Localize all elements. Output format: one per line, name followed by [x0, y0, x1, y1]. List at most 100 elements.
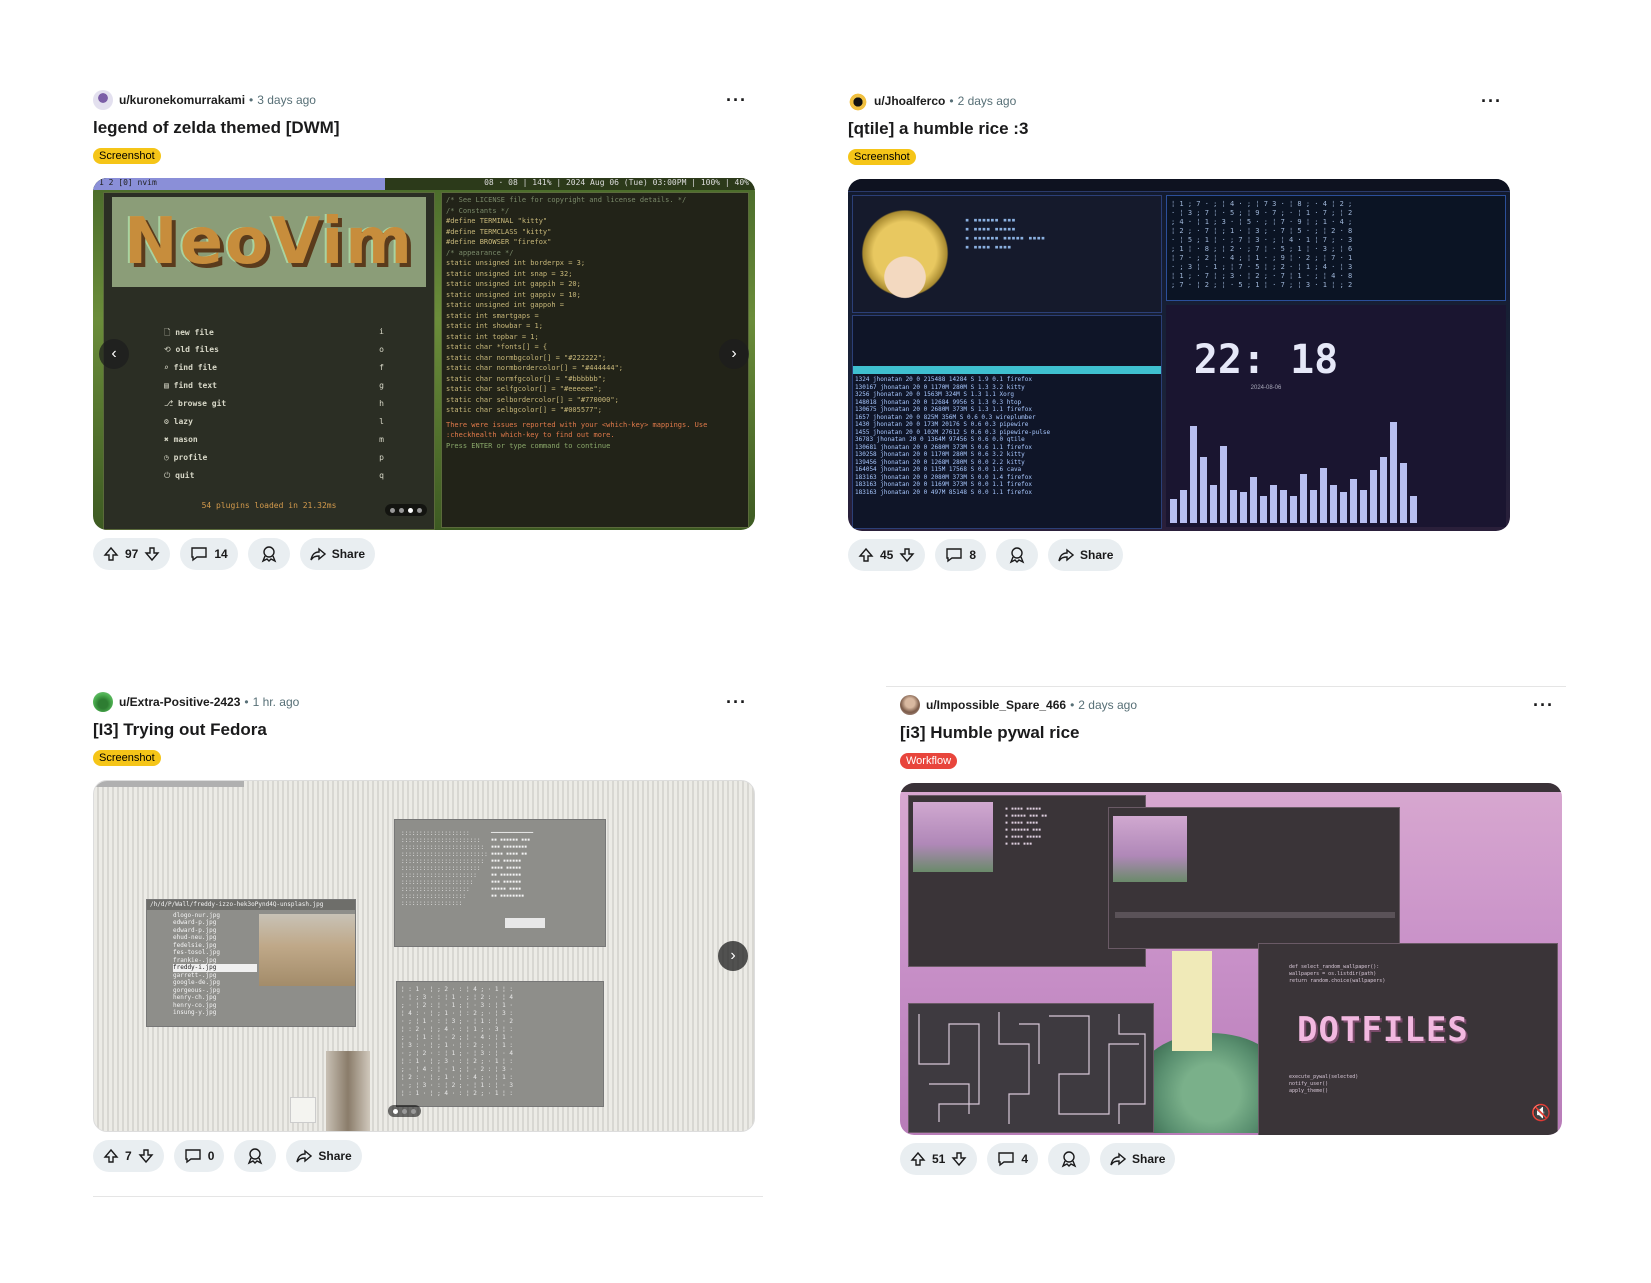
comments-button[interactable]: 8: [935, 539, 987, 571]
downvote-icon[interactable]: [951, 1151, 967, 1167]
post-card: u/Impossible_Spare_466 • 2 days ago ··· …: [900, 693, 1562, 1175]
comment-count: 14: [214, 547, 228, 561]
share-button[interactable]: Share: [286, 1140, 362, 1172]
door-image: [326, 1051, 370, 1131]
dashboard-menu: 🗋 new file i ⟲ old files o ⌕ find file f ▤ …: [164, 327, 384, 489]
avatar[interactable]: [93, 692, 113, 712]
upvote-icon[interactable]: [858, 547, 874, 563]
prev-image-button[interactable]: ‹: [99, 339, 129, 369]
pager-dot[interactable]: [402, 1108, 407, 1114]
award-icon: [248, 1148, 263, 1165]
flair-badge[interactable]: Screenshot: [93, 750, 161, 766]
menu-item-find-file[interactable]: ⌕ find file f: [164, 363, 384, 381]
upvote-icon[interactable]: [103, 546, 119, 562]
flair-badge[interactable]: Screenshot: [848, 149, 916, 165]
more-options-icon[interactable]: ···: [726, 91, 747, 109]
timestamp: 2 days ago: [957, 94, 1017, 108]
carousel-pager: [385, 504, 427, 516]
share-icon: [310, 547, 326, 561]
downvote-icon[interactable]: [899, 547, 915, 563]
vote-control: 45: [848, 539, 926, 571]
post-title[interactable]: [i3] Humble pywal rice: [900, 723, 1562, 743]
sticky-note: [290, 1097, 316, 1123]
vote-control: 51: [900, 1143, 978, 1175]
timestamp: 1 hr. ago: [252, 695, 300, 709]
menu-item-new-file[interactable]: 🗋 new file i: [164, 327, 384, 345]
post-actions: 97 14 Share: [93, 538, 755, 570]
share-button[interactable]: Share: [1100, 1143, 1176, 1175]
post-image[interactable]: 1 2 [0] nvim 08 · 08 | 141% | 2024 Aug 0…: [93, 178, 755, 530]
share-button[interactable]: Share: [299, 538, 376, 570]
status-bar: [94, 781, 244, 787]
menu-item-profile[interactable]: ◷ profile p: [164, 453, 384, 471]
comments-button[interactable]: 4: [987, 1143, 1039, 1175]
post-image[interactable]: /h/d/P/Wall/freddy-izzo-hek3oPynd4Q-unsp…: [93, 780, 755, 1132]
post-title[interactable]: [I3] Trying out Fedora: [93, 720, 755, 740]
post-meta: u/Impossible_Spare_466 • 2 days ago ···: [900, 693, 1562, 717]
award-icon: [1009, 547, 1025, 564]
pager-dot[interactable]: [399, 507, 404, 513]
pager-dot[interactable]: [411, 1108, 416, 1114]
award-icon: [261, 546, 277, 563]
comment-count: 0: [207, 1149, 215, 1163]
post-card: u/Extra-Positive-2423 • 1 hr. ago ··· [I…: [93, 690, 755, 1172]
post-title[interactable]: legend of zelda themed [DWM]: [93, 118, 755, 138]
menu-item-old-files[interactable]: ⟲ old files o: [164, 345, 384, 363]
menu-item-lazy[interactable]: ⚙ lazy l: [164, 417, 384, 435]
more-options-icon[interactable]: ···: [726, 693, 747, 711]
status-bar: [848, 179, 1510, 192]
award-button[interactable]: [247, 538, 290, 570]
share-icon: [1058, 548, 1075, 562]
pager-dot[interactable]: [390, 507, 395, 513]
post-video[interactable]: ▪ ▪▪▪▪ ▪▪▪▪▪ ▪ ▪▪▪▪▪ ▪▪▪ ▪▪ ▪ ▪▪▪▪ ▪▪▪▪ ▪ ▪…: [900, 783, 1562, 1135]
username[interactable]: u/Extra-Positive-2423: [119, 695, 240, 709]
post-card: u/Jhoalferco • 2 days ago ··· [qtile] a …: [848, 89, 1510, 571]
comments-button[interactable]: 14: [180, 538, 238, 570]
award-button[interactable]: [234, 1140, 277, 1172]
award-button[interactable]: [1048, 1143, 1091, 1175]
upvote-icon[interactable]: [910, 1151, 926, 1167]
post-divider: [886, 686, 1566, 687]
menu-item-find-text[interactable]: ▤ find text g: [164, 381, 384, 399]
avatar[interactable]: [848, 91, 868, 111]
post-actions: 45 8 Share: [848, 539, 1510, 571]
pager-dot-active[interactable]: [393, 1108, 398, 1114]
avatar[interactable]: [93, 90, 113, 110]
file-manager-window: /h/d/P/Wall/freddy-izzo-hek3oPynd4Q-unsp…: [146, 899, 356, 1027]
flair-badge[interactable]: Screenshot: [93, 148, 161, 164]
post-meta: u/Extra-Positive-2423 • 1 hr. ago ···: [93, 690, 755, 714]
comments-button[interactable]: 0: [173, 1140, 225, 1172]
post-card: u/kuronekomurrakami • 3 days ago ··· leg…: [93, 88, 755, 570]
share-button[interactable]: Share: [1048, 539, 1124, 571]
vote-control: 7: [93, 1140, 164, 1172]
menu-item-quit[interactable]: ⏻ quit q: [164, 471, 384, 489]
image-preview: [258, 913, 355, 986]
username[interactable]: u/Impossible_Spare_466: [926, 698, 1066, 712]
vote-control: 97: [93, 538, 171, 570]
pipes-icon: [918, 1012, 1146, 1124]
award-button[interactable]: [996, 539, 1039, 571]
status-bar: 1 2 [0] nvim 08 · 08 | 141% | 2024 Aug 0…: [93, 178, 755, 190]
downvote-icon[interactable]: [144, 546, 160, 562]
vote-count: 51: [932, 1152, 946, 1166]
pager-dot-active[interactable]: [408, 507, 413, 513]
timestamp: 3 days ago: [257, 93, 316, 107]
username[interactable]: u/kuronekomurrakami: [119, 93, 245, 107]
code-pane: /* See LICENSE file for copyright and li…: [441, 192, 749, 528]
avatar[interactable]: [900, 695, 920, 715]
more-options-icon[interactable]: ···: [1533, 696, 1554, 714]
menu-item-browse-git[interactable]: ⎇ browse git h: [164, 399, 384, 417]
menu-item-mason[interactable]: ✖ mason m: [164, 435, 384, 453]
username[interactable]: u/Jhoalferco: [874, 94, 945, 108]
next-image-button[interactable]: ›: [719, 339, 749, 369]
post-divider: [93, 1196, 763, 1197]
next-image-button[interactable]: ›: [718, 941, 748, 971]
downvote-icon[interactable]: [138, 1148, 154, 1164]
more-options-icon[interactable]: ···: [1481, 92, 1502, 110]
post-title[interactable]: [qtile] a humble rice :3: [848, 119, 1510, 139]
upvote-icon[interactable]: [103, 1148, 119, 1164]
pager-dot[interactable]: [417, 507, 422, 513]
flair-badge[interactable]: Workflow: [900, 753, 958, 769]
mute-icon[interactable]: 🔇: [1530, 1103, 1552, 1125]
post-image[interactable]: ▪ ▪▪▪▪▪▪ ▪▪▪ ▪ ▪▪▪▪ ▪▪▪▪▪ ▪ ▪▪▪▪▪▪ ▪▪▪▪▪ ▪…: [848, 179, 1510, 531]
